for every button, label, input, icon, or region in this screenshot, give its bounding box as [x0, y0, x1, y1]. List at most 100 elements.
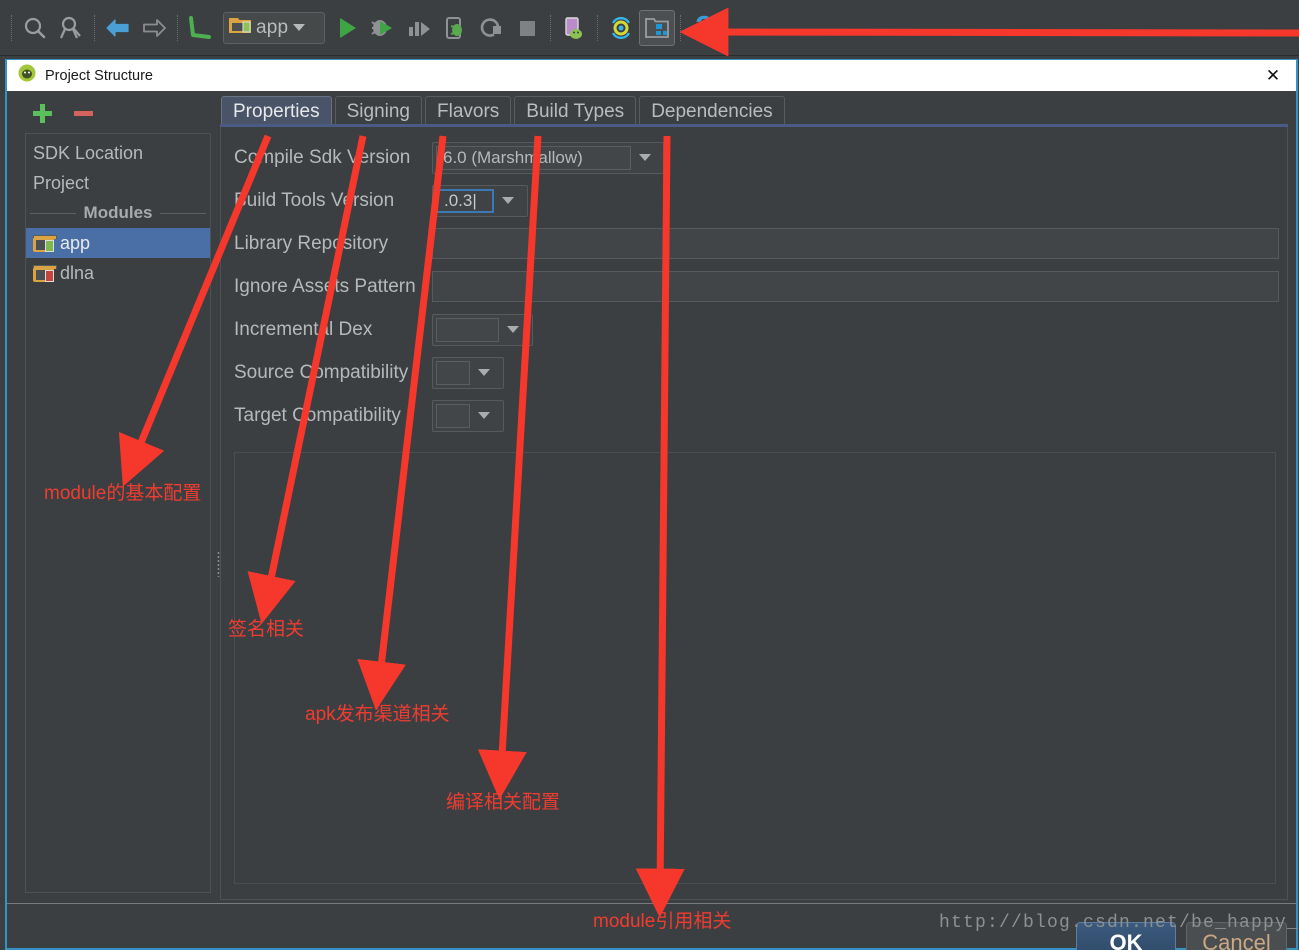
annotation-apk-channel: apk发布渠道相关	[305, 704, 450, 725]
annotation-compile-config: 编译相关配置	[446, 792, 561, 813]
chevron-down-icon[interactable]	[470, 412, 498, 419]
modules-toolbar	[7, 91, 215, 135]
dialog-titlebar: Project Structure ✕	[7, 60, 1296, 91]
project-structure-icon[interactable]	[639, 9, 675, 46]
chevron-down-icon	[293, 24, 306, 31]
chevron-down-icon[interactable]	[631, 154, 659, 161]
modules-list[interactable]: SDK Location Project Modules app dlna	[25, 133, 211, 893]
compile-sdk-version-combo[interactable]: 6.0 (Marshmallow)	[432, 141, 664, 174]
stop-icon[interactable]	[509, 10, 545, 46]
module-selector[interactable]: app	[223, 11, 325, 44]
sidebar-item-dlna[interactable]: dlna	[26, 258, 210, 288]
tab-label: Signing	[346, 101, 410, 122]
search-icon[interactable]	[17, 10, 53, 46]
modules-group-label: Modules	[83, 203, 153, 222]
sidebar-item-label: app	[60, 232, 91, 253]
toolbar-divider	[94, 14, 95, 41]
toolbar-divider	[11, 14, 12, 41]
dialog-body: SDK Location Project Modules app dlna Pr…	[7, 91, 1296, 950]
library-module-folder-icon	[33, 264, 57, 282]
target-compatibility-combo[interactable]	[432, 399, 504, 432]
field-row-incremental-dex: Incremental Dex	[234, 308, 1279, 351]
divider-line	[160, 212, 207, 214]
tab-dependencies[interactable]: Dependencies	[639, 96, 785, 127]
main-toolbar: app ?	[0, 0, 1299, 56]
watermark-url: http://blog.csdn.net/be_happy_mr_li	[939, 913, 1299, 933]
toolbar-divider	[680, 14, 681, 41]
remove-module-button[interactable]	[74, 110, 93, 116]
avd-manager-icon[interactable]	[556, 10, 592, 46]
run-icon[interactable]	[329, 10, 365, 46]
source-compatibility-combo[interactable]	[432, 356, 504, 389]
module-settings-pane: Properties Signing Flavors Build Types D…	[220, 91, 1288, 902]
field-row-ignore-assets-pattern: Ignore Assets Pattern	[234, 265, 1279, 308]
debug-icon[interactable]	[365, 10, 401, 46]
field-label: Build Tools Version	[234, 189, 395, 211]
tab-label: Build Types	[526, 101, 625, 122]
tab-signing[interactable]: Signing	[334, 96, 422, 127]
run-with-coverage-icon[interactable]	[401, 10, 437, 46]
attach-debugger-icon[interactable]	[437, 10, 473, 46]
field-row-target-compatibility: Target Compatibility	[234, 394, 1279, 437]
sidebar-item-sdk-location[interactable]: SDK Location	[26, 138, 210, 168]
field-row-compile-sdk-version: Compile Sdk Version 6.0 (Marshmallow)	[234, 136, 1279, 179]
annotation-module-reference: module引用相关	[593, 911, 732, 932]
divider-line	[30, 212, 76, 214]
toolbar-divider	[177, 14, 178, 41]
screen-root: app ? Project Structure ✕ SDK Location P…	[0, 0, 1299, 950]
field-label: Compile Sdk Version	[234, 146, 411, 168]
modules-group-header: Modules	[26, 198, 210, 228]
field-label: Library Repository	[234, 232, 389, 254]
library-repository-input[interactable]	[432, 228, 1279, 259]
sdk-manager-icon[interactable]	[603, 10, 639, 46]
sync-gradle-icon[interactable]	[183, 10, 219, 46]
tab-build-types[interactable]: Build Types	[514, 96, 637, 127]
tab-properties[interactable]: Properties	[221, 96, 332, 127]
help-icon[interactable]: ?	[686, 10, 722, 46]
properties-form: Compile Sdk Version 6.0 (Marshmallow) Bu…	[234, 136, 1279, 437]
ignore-assets-pattern-input[interactable]	[432, 271, 1279, 302]
chevron-down-icon[interactable]	[470, 369, 498, 376]
android-module-icon	[229, 16, 251, 39]
field-label: Incremental Dex	[234, 318, 373, 340]
compile-sdk-version-value[interactable]: 6.0 (Marshmallow)	[436, 145, 631, 170]
build-tools-version-input[interactable]: .0.3|	[436, 188, 494, 213]
annotation-module-basic-config: module的基本配置	[44, 483, 202, 504]
sidebar-item-project[interactable]: Project	[26, 168, 210, 198]
back-arrow-icon[interactable]	[100, 10, 136, 46]
sidebar-item-label: SDK Location	[33, 142, 144, 163]
sidebar-item-app[interactable]: app	[26, 228, 210, 258]
field-label: Target Compatibility	[234, 404, 401, 426]
settings-tabs: Properties Signing Flavors Build Types D…	[220, 91, 1288, 127]
field-row-source-compatibility: Source Compatibility	[234, 351, 1279, 394]
sidebar-item-label: dlna	[60, 262, 95, 283]
annotation-signing: 签名相关	[228, 619, 305, 640]
field-label: Source Compatibility	[234, 361, 409, 383]
close-icon[interactable]: ✕	[1250, 60, 1296, 91]
tab-flavors[interactable]: Flavors	[425, 96, 512, 127]
incremental-dex-combo[interactable]	[432, 313, 533, 346]
tab-label: Dependencies	[651, 101, 773, 122]
rerun-icon[interactable]	[473, 10, 509, 46]
android-icon	[18, 64, 36, 87]
tab-label: Properties	[233, 101, 320, 122]
build-tools-version-combo[interactable]: .0.3|	[432, 184, 528, 217]
incremental-dex-value[interactable]	[436, 317, 499, 342]
android-module-folder-icon	[33, 234, 57, 252]
field-row-library-repository: Library Repository	[234, 222, 1279, 265]
search-structure-icon[interactable]	[53, 10, 89, 46]
field-row-build-tools-version: Build Tools Version .0.3|	[234, 179, 1279, 222]
module-selector-label: app	[256, 16, 289, 38]
field-label: Ignore Assets Pattern	[234, 275, 416, 297]
chevron-down-icon[interactable]	[494, 197, 522, 204]
tab-label: Flavors	[437, 101, 500, 122]
properties-panel: Compile Sdk Version 6.0 (Marshmallow) Bu…	[220, 127, 1288, 900]
toolbar-divider	[597, 14, 598, 41]
source-compatibility-value[interactable]	[436, 360, 470, 385]
target-compatibility-value[interactable]	[436, 403, 470, 428]
add-module-button[interactable]	[33, 103, 52, 123]
toolbar-divider	[550, 14, 551, 41]
properties-empty-area	[234, 452, 1276, 884]
chevron-down-icon[interactable]	[499, 326, 527, 333]
forward-arrow-icon[interactable]	[136, 10, 172, 46]
